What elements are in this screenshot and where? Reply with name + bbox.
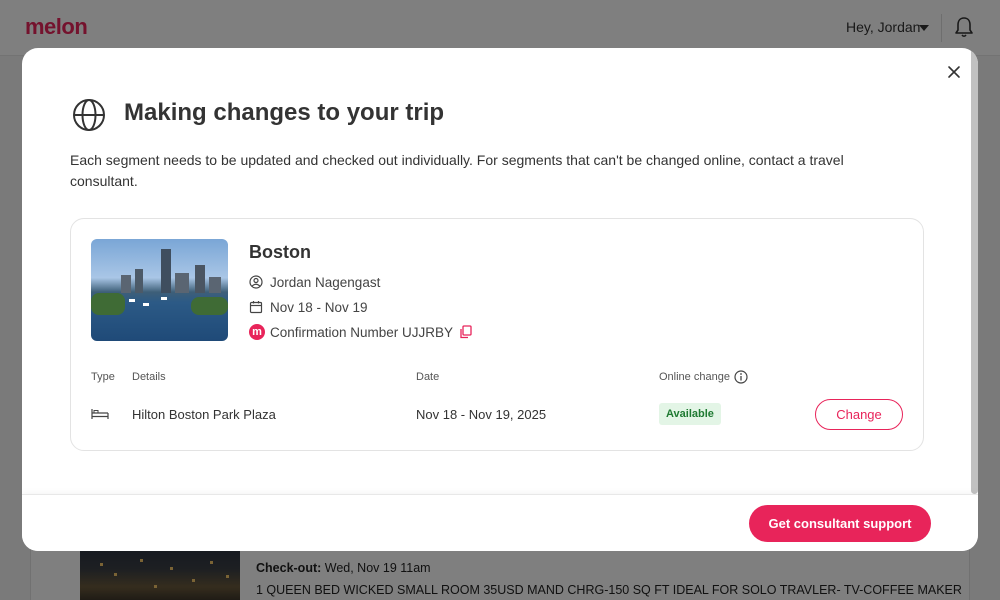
column-header-details: Details — [132, 371, 166, 383]
segment-dates: Nov 18 - Nov 19 — [270, 299, 368, 315]
copy-icon[interactable] — [459, 325, 472, 339]
modal-footer: Get consultant support — [22, 494, 978, 551]
column-header-date: Date — [416, 371, 440, 383]
traveler-row: Jordan Nagengast — [249, 273, 380, 291]
get-consultant-support-button[interactable]: Get consultant support — [749, 505, 931, 542]
segment-city: Boston — [249, 242, 311, 262]
calendar-icon — [249, 301, 263, 314]
close-icon[interactable] — [944, 62, 964, 82]
segment-hotel-name: Hilton Boston Park Plaza — [132, 407, 276, 422]
melon-badge-icon: m — [249, 324, 265, 340]
dates-row: Nov 18 - Nov 19 — [249, 298, 368, 316]
status-badge: Available — [659, 403, 721, 425]
modal-intro-text: Each segment needs to be updated and che… — [70, 152, 844, 189]
bed-icon — [91, 409, 109, 419]
confirmation-number: Confirmation Number UJJRBY — [270, 324, 454, 340]
trip-changes-modal: Making changes to your trip Each segment… — [22, 48, 978, 551]
scrollbar[interactable] — [971, 48, 978, 494]
segment-card: Boston Jordan Nagengast Nov 18 - Nov 19 … — [70, 218, 924, 451]
modal-title: Making changes to your trip — [124, 99, 445, 126]
user-icon — [249, 275, 263, 289]
globe-icon — [73, 99, 105, 131]
traveler-name: Jordan Nagengast — [270, 274, 381, 290]
column-header-online-change: Online change — [659, 371, 730, 383]
segment-date-range: Nov 18 - Nov 19, 2025 — [416, 407, 547, 422]
column-header-type: Type — [91, 371, 115, 383]
city-image — [91, 239, 228, 341]
change-button[interactable]: Change — [815, 399, 903, 430]
confirmation-row: m Confirmation Number UJJRBY — [249, 323, 472, 341]
info-icon[interactable] — [734, 370, 748, 384]
